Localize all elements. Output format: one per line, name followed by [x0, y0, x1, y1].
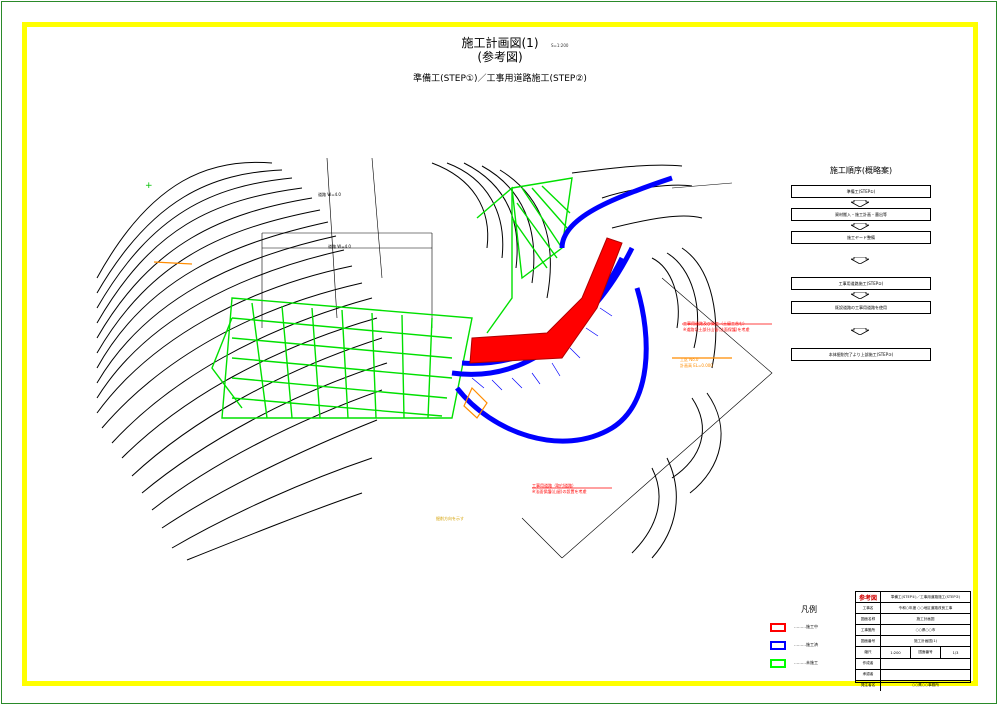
down-arrow-icon — [851, 223, 869, 230]
sequence-step-6: 本体掘削完了より上部施工(STEP③) — [791, 348, 931, 361]
down-arrow-icon — [851, 257, 869, 264]
office-key: 発注者名 — [856, 680, 881, 691]
title-block-key: 作成者 — [856, 658, 881, 669]
sequence-title: 施工順序(概略案) — [829, 166, 893, 175]
title-block-row: 図面番号 施工計画図(1) — [856, 636, 970, 648]
legend-label: ………未施工 — [794, 660, 818, 665]
title-block-key: 承認者 — [856, 669, 881, 680]
green-swatch — [770, 658, 786, 668]
title-block-scale-row: 縮尺 1:200 図面番号 1/3 — [856, 647, 970, 659]
title-block-header-key: 参考図 — [856, 592, 881, 603]
red-note-4: ※法面保護(山留)の設置を考慮 — [532, 489, 587, 494]
sequence-step-4: 工事用道路施工(STEP②) — [791, 277, 931, 290]
sequence-step-3: 施工ヤード整備 — [791, 231, 931, 244]
title-block-row: 作成者 — [856, 658, 970, 670]
title-block-header-value: 準備工(STEP①)／工事用道路施工(STEP②) — [890, 594, 961, 599]
title-block-key: 図面名称 — [856, 614, 881, 625]
down-arrow-icon — [851, 292, 869, 299]
legend-label: ………施工中 — [794, 624, 818, 629]
title-block-value: 施工計画図(1) — [913, 638, 938, 643]
title-block-header: 参考図 準備工(STEP①)／工事用道路施工(STEP②) — [856, 592, 970, 604]
legend-item-completed: ………施工済 — [770, 639, 818, 651]
drawing-title: 施工計画図(1) (参考図) — [420, 36, 580, 64]
title-block: 参考図 準備工(STEP①)／工事用道路施工(STEP②) 工事名 令和○年度 … — [855, 591, 971, 691]
title-sub: (参考図) — [477, 50, 523, 64]
sequence-step-2: 資材搬入・施工計画・墨出等 — [791, 208, 931, 221]
red-in-progress-area — [469, 237, 623, 364]
drawing-subtitle: 準備工(STEP①)／工事用道路施工(STEP②) — [413, 74, 587, 84]
down-arrow-icon — [851, 200, 869, 207]
title-block-row: 図面名称 施工計画図 — [856, 614, 970, 626]
road-label-2: 道路 W=4.0 — [328, 244, 351, 249]
title-block-key: 図面番号 — [856, 636, 881, 647]
survey-marks: + — [145, 181, 153, 191]
orange-note-2: 計画高 EL=0.000 — [680, 363, 713, 368]
construction-sequence: 施工順序(概略案) 準備工(STEP①) 資材搬入・施工計画・墨出等 施工ヤード… — [790, 165, 932, 361]
scale-key: 縮尺 — [856, 647, 881, 658]
orange-note-1: 工区 No.0 — [680, 357, 699, 362]
yellow-note: 掘削方向を示す — [436, 516, 464, 521]
red-note-3: 工事用道路（取付道路） — [532, 483, 576, 488]
road-label-1: 道路 W=4.0 — [318, 192, 341, 197]
title-block-row: 承認者 — [856, 669, 970, 681]
sequence-step-1: 準備工(STEP①) — [791, 185, 931, 198]
title-block-value: 令和○年度 ○○地区道路改良工事 — [898, 605, 953, 610]
legend-title: 凡例 — [801, 605, 817, 614]
legend-item-in-progress: ………施工中 — [770, 621, 818, 633]
sheet-label: 図面番号 — [911, 647, 941, 658]
office-value: ○○県○○事務所 — [912, 683, 939, 688]
title-block-key: 工事名 — [856, 603, 881, 614]
sheet-value: 1/3 — [952, 650, 959, 655]
title-block-key: 工事箇所 — [856, 625, 881, 636]
title-block-value: ○○県○○市 — [915, 627, 936, 632]
title-block-office-row: 発注者名 ○○県○○事務所 — [856, 680, 970, 691]
title-block-row: 工事箇所 ○○県○○市 — [856, 625, 970, 637]
legend-item-not-started: ………未施工 — [770, 657, 818, 669]
svg-text:+: + — [145, 181, 153, 191]
scale-value: 1:200 — [881, 647, 911, 658]
red-swatch — [770, 622, 786, 632]
down-arrow-icon — [851, 328, 869, 335]
legend-label: ………施工済 — [794, 642, 818, 647]
title-block-value: 施工計画図 — [916, 616, 935, 621]
red-note-1: 工事用道路及び架工（土留工含む） — [683, 321, 747, 326]
sequence-step-5: 既設道路の工事用道路を使用 — [791, 301, 931, 314]
title-scale: S=1:200 — [551, 43, 569, 48]
blue-swatch — [770, 640, 786, 650]
title-block-row: 工事名 令和○年度 ○○地区道路改良工事 — [856, 603, 970, 615]
green-not-started-areas — [211, 177, 573, 419]
red-note-2: ※道路切土部分山留(法面保護)を考慮 — [683, 327, 750, 332]
